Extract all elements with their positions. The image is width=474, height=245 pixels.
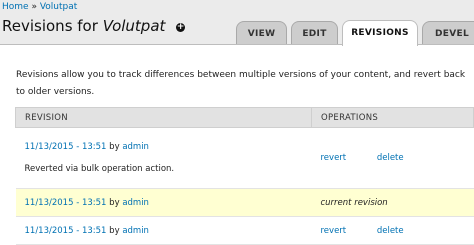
revision-date-link[interactable]: 11/13/2015 - 13:51 [25, 198, 107, 208]
table-header-row: REVISION OPERATIONS [15, 107, 474, 128]
tab-revisions[interactable]: REVISIONS [342, 20, 418, 46]
table-row: 11/13/2015 - 13:51 by admin revert delet… [15, 216, 474, 245]
current-revision-label: current revision [320, 197, 388, 208]
revisions-description: Revisions allow you to track differences… [16, 70, 466, 97]
revision-log-message: Reverted via bulk operation action. [24, 164, 175, 174]
revert-link[interactable]: revert [321, 153, 347, 163]
revision-info: 11/13/2015 - 13:51 by admin [25, 142, 312, 152]
column-header-operations: OPERATIONS [311, 107, 474, 128]
operations-cell: revert delete [311, 127, 474, 189]
revision-date-link[interactable]: 11/13/2015 - 13:51 [25, 226, 107, 236]
operations-cell: revert delete [311, 216, 474, 245]
column-header-revision: REVISION [15, 107, 312, 128]
page-title-prefix: Revisions for [2, 17, 98, 35]
breadcrumb-section-link[interactable]: Volutpat [40, 2, 77, 12]
revision-author-link[interactable]: admin [122, 226, 149, 236]
page-title: Revisions for Volutpat + [2, 17, 186, 35]
revision-cell: 11/13/2015 - 13:51 by admin [15, 216, 312, 245]
add-shortcut-icon[interactable]: + [176, 23, 186, 32]
breadcrumb: Home » Volutpat [2, 2, 77, 12]
revert-link[interactable]: revert [321, 226, 347, 236]
operations-cell: current revision [311, 188, 474, 217]
revision-by-text: by [109, 197, 120, 208]
breadcrumb-separator: » [31, 2, 37, 12]
revision-author-link[interactable]: admin [122, 142, 149, 152]
table-row-current: 11/13/2015 - 13:51 by admin current revi… [15, 188, 474, 217]
tab-edit[interactable]: EDIT [291, 21, 338, 44]
tab-view[interactable]: VIEW [236, 21, 287, 44]
page-header: Home » Volutpat Revisions for Volutpat +… [0, 0, 474, 46]
delete-link[interactable]: delete [377, 226, 404, 236]
revision-by-text: by [109, 142, 120, 152]
revision-cell: 11/13/2015 - 13:51 by admin Reverted via… [15, 127, 312, 189]
tab-devel[interactable]: DEVEL [422, 21, 474, 44]
revision-by-text: by [109, 225, 120, 236]
revision-date-link[interactable]: 11/13/2015 - 13:51 [25, 142, 107, 152]
revision-cell: 11/13/2015 - 13:51 by admin [15, 188, 312, 217]
breadcrumb-home-link[interactable]: Home [2, 2, 29, 12]
page-title-node: Volutpat [102, 17, 166, 35]
table-row: 11/13/2015 - 13:51 by admin Reverted via… [15, 127, 474, 189]
delete-link[interactable]: delete [377, 153, 404, 163]
revisions-table: REVISION OPERATIONS 11/13/2015 - 13:51 b… [15, 107, 474, 245]
revision-author-link[interactable]: admin [122, 198, 149, 208]
